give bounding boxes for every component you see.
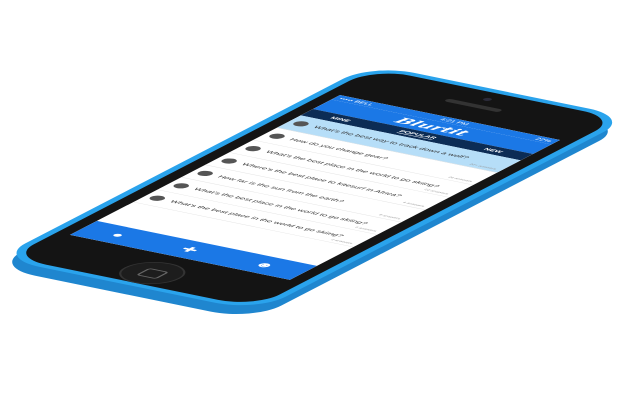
avatar (146, 194, 168, 202)
avatar (170, 182, 192, 190)
phone: ••••• BELL 4:21 PM 22% Blurtit MINE POPU… (0, 64, 620, 321)
avatar (218, 157, 240, 165)
avatar (290, 120, 312, 128)
avatar (242, 145, 264, 153)
avatar (194, 169, 216, 177)
chat-icon[interactable]: ● (107, 231, 129, 240)
home-square-icon (135, 268, 170, 280)
avatar (266, 132, 288, 140)
ask-cross-icon[interactable]: ✚ (176, 245, 203, 255)
profile-icon[interactable]: ☻ (250, 260, 280, 270)
